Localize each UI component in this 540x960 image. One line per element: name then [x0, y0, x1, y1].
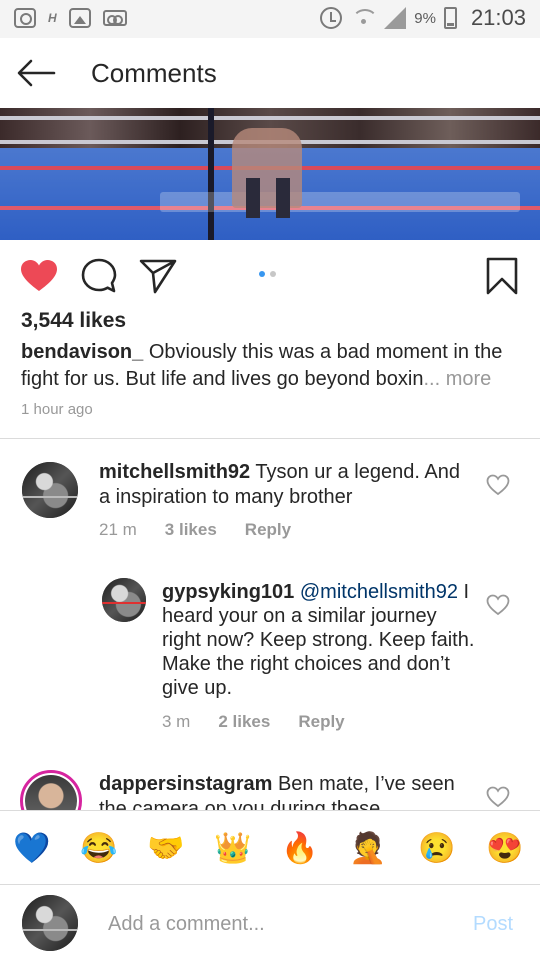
save-bookmark-icon	[486, 257, 518, 295]
caption-username[interactable]: bendavison_	[21, 341, 143, 363]
fighter-figure	[232, 128, 302, 208]
heart-outline-icon	[486, 474, 510, 496]
comment-username[interactable]: gypsyking101	[162, 581, 294, 603]
fighter-leg	[246, 178, 260, 218]
post-actions	[0, 240, 540, 306]
avatar[interactable]	[22, 462, 78, 518]
blue-heart-icon[interactable]: 💙	[13, 831, 50, 867]
status-time: 21:03	[470, 5, 526, 30]
avatar-image	[25, 775, 77, 810]
comment-composer: Post	[0, 884, 540, 960]
comment-input[interactable]	[108, 909, 448, 939]
comment-button[interactable]	[79, 256, 119, 296]
avatar-detail	[22, 929, 78, 931]
comment-like-button[interactable]	[486, 594, 510, 618]
comment-like-button[interactable]	[486, 474, 510, 498]
avatar-image	[22, 462, 78, 518]
handshake-icon[interactable]: 🤝	[147, 831, 184, 867]
post-media[interactable]	[0, 108, 540, 240]
heart-outline-icon	[486, 594, 510, 616]
reply-button[interactable]: Reply	[245, 520, 291, 540]
back-button[interactable]	[16, 58, 56, 88]
like-button[interactable]	[19, 256, 59, 296]
h-indicator-icon: H	[48, 11, 57, 25]
status-bar-right: 9% 21:03	[320, 5, 526, 31]
ring-rope	[0, 116, 540, 120]
post-caption: bendavison_ Obviously this was a bad mom…	[21, 339, 521, 393]
fire-icon[interactable]: 🔥	[281, 831, 318, 867]
tears-of-joy-icon[interactable]: 😂	[80, 831, 117, 867]
caption-more-link[interactable]: ... more	[423, 368, 491, 390]
comment-likes[interactable]: 2 likes	[218, 712, 270, 732]
carousel-dot	[270, 271, 276, 277]
avatar-image	[102, 578, 146, 622]
divider	[0, 438, 540, 439]
status-bar: H 9% 21:03	[0, 0, 540, 38]
comment-body: gypsyking101 @mitchellsmith92 I heard yo…	[162, 580, 477, 700]
page-title: Comments	[91, 58, 217, 88]
share-button[interactable]	[138, 256, 178, 296]
heart-outline-icon	[486, 786, 510, 808]
avatar	[22, 895, 78, 951]
comments-header: Comments	[0, 38, 540, 108]
signal-icon	[384, 7, 407, 29]
gallery-icon	[68, 8, 91, 28]
comment-mention[interactable]: @mitchellsmith92	[300, 581, 458, 603]
comment-icon	[81, 258, 117, 293]
status-bar-left: H	[14, 8, 127, 28]
comment-username[interactable]: dappersinstagram	[99, 773, 272, 795]
save-button[interactable]	[482, 256, 522, 296]
carousel-dot-active	[259, 271, 265, 277]
like-heart-icon	[21, 260, 57, 291]
comment-meta: 3 m 2 likes Reply	[162, 712, 345, 732]
comment-time: 3 m	[162, 712, 191, 731]
comment-item: dappersinstagram Ben mate, I’ve seen the…	[0, 760, 540, 810]
post-comment-button[interactable]: Post	[473, 913, 513, 936]
ring-logo-band	[160, 192, 520, 212]
crown-icon[interactable]: 👑	[214, 831, 251, 867]
comment-body: dappersinstagram Ben mate, I’ve seen the…	[99, 772, 469, 810]
battery-percent: 9%	[414, 9, 436, 27]
likes-count[interactable]: 3,544 likes	[21, 309, 126, 333]
comment-time: 21 m	[99, 520, 137, 539]
emoji-quick-bar: 💙 😂 🤝 👑 🔥 🤦 😢 😍	[0, 810, 540, 884]
comment-like-button[interactable]	[486, 786, 510, 810]
man-facepalm-icon[interactable]: 🤦	[349, 831, 386, 867]
reply-button[interactable]: Reply	[298, 712, 344, 732]
share-icon	[139, 259, 177, 294]
battery-icon	[443, 7, 457, 29]
comment-likes[interactable]: 3 likes	[165, 520, 217, 540]
carousel-indicator	[259, 271, 276, 277]
arrow-left-icon	[17, 59, 56, 87]
instagram-icon	[14, 8, 36, 28]
heart-eyes-icon[interactable]: 😍	[486, 831, 523, 867]
wifi-icon	[350, 7, 379, 29]
sad-face-icon[interactable]: 😢	[418, 831, 455, 867]
post-timestamp: 1 hour ago	[21, 401, 93, 418]
alarm-icon	[320, 7, 343, 29]
avatar[interactable]	[20, 770, 82, 810]
fighter-leg	[276, 178, 290, 218]
avatar[interactable]	[102, 578, 146, 622]
avatar-image	[22, 895, 78, 951]
comment-body: mitchellsmith92 Tyson ur a legend. And a…	[99, 460, 474, 510]
ring-post	[208, 108, 214, 240]
voicemail-icon	[102, 10, 127, 26]
comment-username[interactable]: mitchellsmith92	[99, 461, 250, 483]
avatar-detail	[102, 602, 146, 604]
comment-meta: 21 m 3 likes Reply	[99, 520, 291, 540]
avatar-detail	[22, 496, 78, 498]
